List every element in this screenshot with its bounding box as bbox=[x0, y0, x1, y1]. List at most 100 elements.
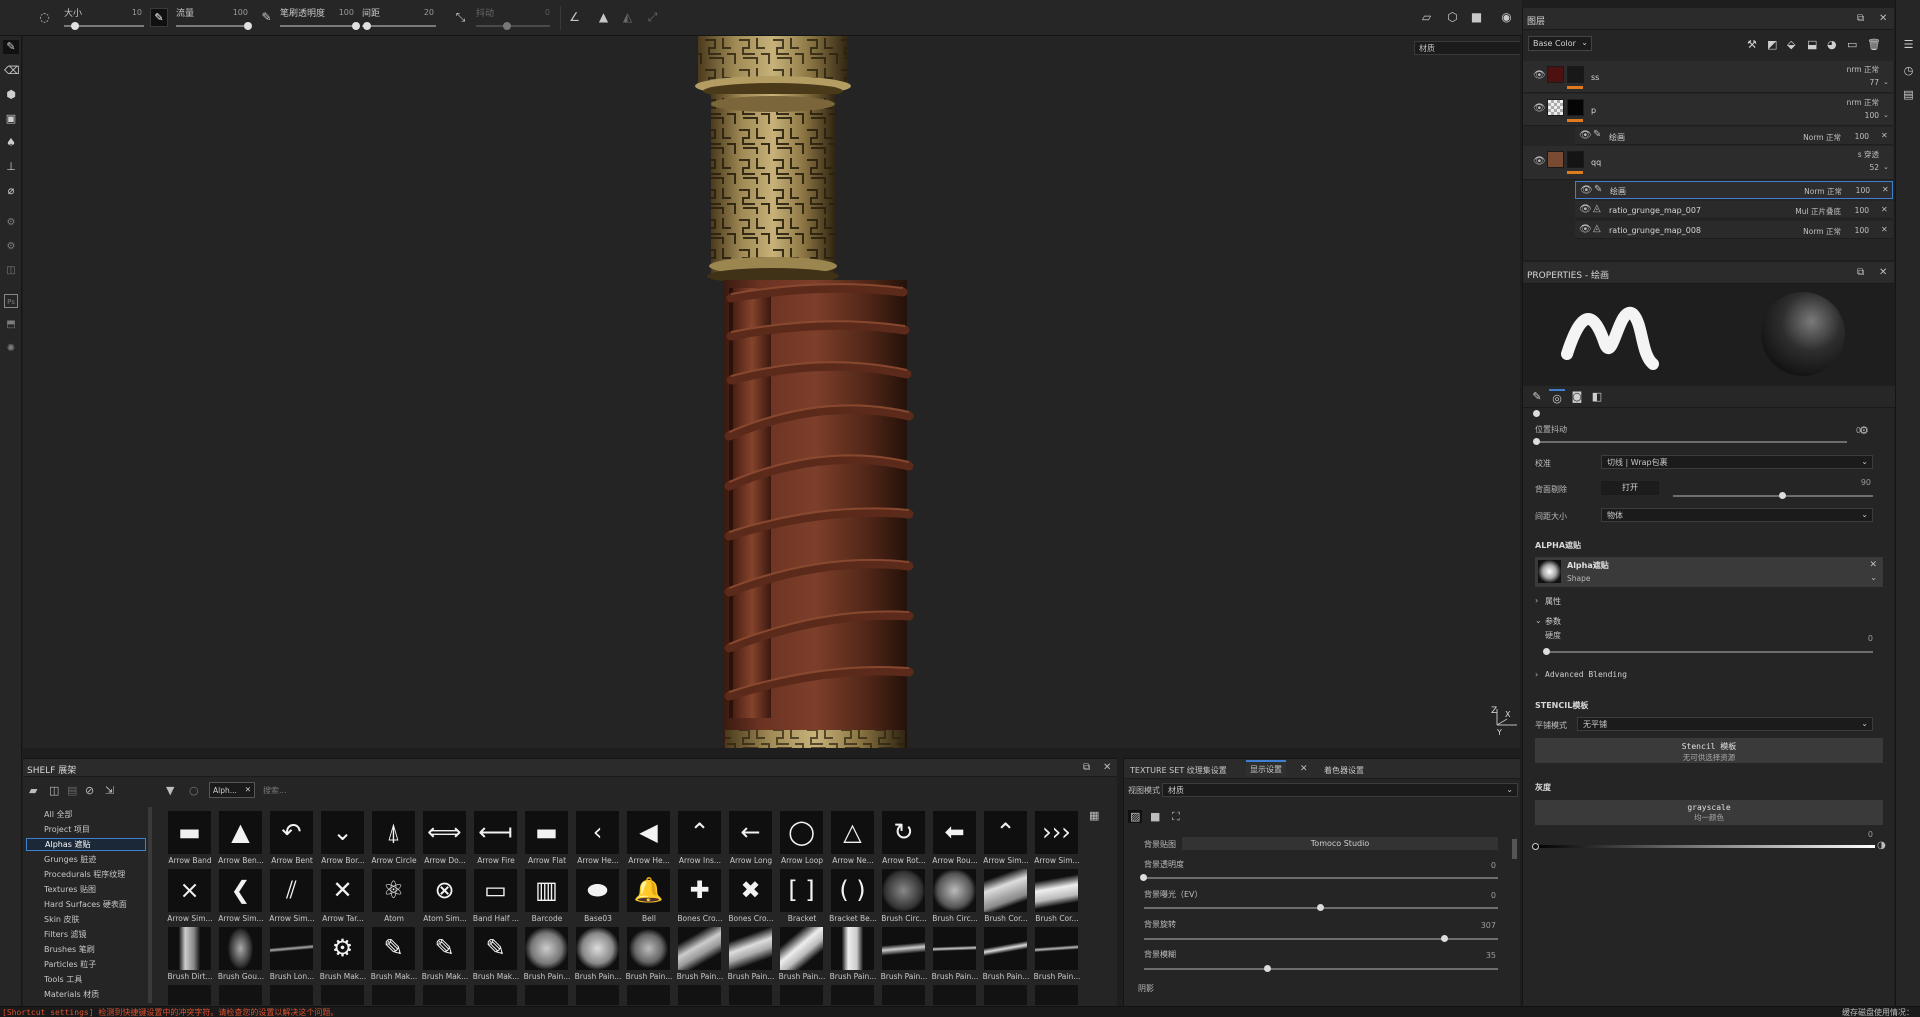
stencil-resource-button[interactable]: Stencil 模板 无可供选择资源 bbox=[1535, 738, 1883, 763]
circle-filter-icon[interactable]: ○ bbox=[189, 784, 199, 797]
eye-icon[interactable]: 👁 bbox=[1533, 156, 1546, 167]
asset-tile[interactable]: ✚ Bones Cro... bbox=[675, 869, 723, 927]
asset-tile[interactable]: ◯ Arrow Loop bbox=[777, 811, 825, 869]
asset-tile[interactable]: ✎ Brush Mak... bbox=[420, 927, 468, 985]
asset-tile[interactable]: ✖ Bones Cro... bbox=[726, 869, 774, 927]
asset-tile[interactable]: ‹ Arrow He... bbox=[573, 811, 621, 869]
asset-tile[interactable]: Brush Pain... bbox=[828, 927, 876, 985]
jitter-slider-knob[interactable] bbox=[503, 22, 511, 30]
clone-stamp-tool-icon[interactable]: ⊥ bbox=[4, 160, 18, 174]
projection-tool-icon[interactable]: ⬢ bbox=[4, 88, 18, 102]
3d-viewport[interactable]: 材质 ⌄ Z X Y bbox=[23, 36, 1520, 748]
layer-item[interactable]: 👁 qq s 穿透 52 ⌄ bbox=[1523, 146, 1893, 180]
scroll-slider-knob[interactable] bbox=[1533, 410, 1540, 417]
stroke-settings-tab-icon[interactable]: ◎ bbox=[1549, 389, 1565, 405]
hardness-slider[interactable] bbox=[1545, 651, 1873, 653]
chevron-right-icon[interactable]: › bbox=[1535, 670, 1538, 679]
lazy-mouse-icon[interactable]: ∠ bbox=[568, 11, 581, 24]
tree-item-skin[interactable]: Skin 皮肤 bbox=[44, 914, 80, 925]
filter-chip[interactable]: Alph... ✕ bbox=[209, 782, 255, 798]
sub-layer-item[interactable]: 👁 ◬ ratio_grunge_map_007 Mul 正片叠底 100 ✕ bbox=[1575, 201, 1893, 219]
chevron-down-icon[interactable]: ⌄ bbox=[1535, 616, 1542, 625]
settings-gear-icon[interactable]: ⚙ bbox=[1859, 424, 1869, 437]
asset-tile[interactable]: ⌄ Arrow Bor... bbox=[318, 811, 366, 869]
smudge-tool-icon[interactable]: ♠ bbox=[4, 136, 18, 150]
transform-icon[interactable]: ⤢ bbox=[646, 11, 659, 24]
asset-tile[interactable]: △ Arrow Ne... bbox=[828, 811, 876, 869]
sub-layer-blend[interactable]: Mul 正片叠底 bbox=[1765, 206, 1841, 217]
grayscale-resource-button[interactable]: grayscale 均一颜色 bbox=[1535, 800, 1883, 825]
asset-tile[interactable]: ⨯ Arrow Sim... bbox=[165, 869, 213, 927]
stroke-opacity-slider-knob[interactable] bbox=[352, 22, 360, 30]
sub-layer-blend[interactable]: Norm 正常 bbox=[1765, 132, 1841, 143]
tree-item-all[interactable]: All 全部 bbox=[44, 809, 72, 820]
flow-slider-knob[interactable] bbox=[244, 22, 252, 30]
folder-icon[interactable]: ▰ bbox=[29, 784, 37, 797]
viewport-mode-dropdown[interactable]: 材质 ⌄ bbox=[1414, 41, 1520, 55]
asset-tile[interactable]: Brush Cor... bbox=[981, 869, 1029, 927]
asset-tile[interactable]: ⬬ Base03 bbox=[573, 869, 621, 927]
asset-tile[interactable]: Brush Pain... bbox=[930, 927, 978, 985]
asset-tile[interactable]: ⊗ Atom Sim... bbox=[420, 869, 468, 927]
tree-item-tools[interactable]: Tools 工具 bbox=[44, 974, 82, 985]
asset-tile[interactable]: ↶ Arrow Bent bbox=[267, 811, 315, 869]
material-tab-icon[interactable]: ◙ bbox=[1569, 389, 1585, 405]
asset-tile[interactable]: ← Arrow Long bbox=[726, 811, 774, 869]
asset-tile[interactable]: Brush Lon... bbox=[267, 927, 315, 985]
hide-icon[interactable]: ⊘ bbox=[85, 784, 94, 797]
new-shelf-icon[interactable]: ◫ bbox=[49, 784, 59, 797]
env-opacity-value[interactable]: 0 bbox=[1464, 861, 1496, 870]
eraser-tool-icon[interactable]: ⌫ bbox=[4, 64, 20, 78]
mask-thumbnail[interactable] bbox=[1567, 151, 1584, 168]
tree-item-procedurals[interactable]: Procedurals 程序纹理 bbox=[44, 869, 125, 880]
close-icon[interactable]: ✕ bbox=[1881, 131, 1888, 140]
view-mode-dropdown[interactable]: 材质 ⌄ bbox=[1162, 783, 1518, 797]
video-camera-icon[interactable]: ■ bbox=[1470, 11, 1483, 24]
brush-tab-icon[interactable]: ✎ bbox=[1529, 389, 1545, 405]
asset-tile[interactable]: ◀ Arrow He... bbox=[624, 811, 672, 869]
eye-icon[interactable]: 👁 bbox=[1533, 70, 1546, 81]
viewer-tab-icon[interactable]: ⛶ bbox=[1172, 810, 1180, 824]
close-icon[interactable]: ✕ bbox=[1879, 267, 1887, 278]
tree-item-textures[interactable]: Textures 贴图 bbox=[44, 884, 96, 895]
sub-layer-opacity[interactable]: 100 bbox=[1846, 186, 1870, 195]
spacing-value[interactable]: 20 bbox=[410, 8, 434, 17]
tree-item-brushes[interactable]: Brushes 笔刷 bbox=[44, 944, 95, 955]
paint-brush-tool-icon[interactable]: ✎ bbox=[3, 40, 19, 54]
asset-tile[interactable]: ⫽ Arrow Sim... bbox=[267, 869, 315, 927]
sword-handle-render[interactable] bbox=[23, 36, 1520, 748]
asset-tile[interactable]: Brush Pain... bbox=[573, 927, 621, 985]
tree-item-particles[interactable]: Particles 粒子 bbox=[44, 959, 96, 970]
asset-tile[interactable]: ✕ Arrow Tar... bbox=[318, 869, 366, 927]
backface-knob[interactable] bbox=[1779, 492, 1786, 499]
chevron-down-icon[interactable]: ⌄ bbox=[1870, 573, 1877, 582]
asset-tile[interactable]: ▭ Band Half ... bbox=[471, 869, 519, 927]
asset-tile[interactable]: Brush Dirt... bbox=[165, 927, 213, 985]
layer-opacity[interactable]: 77 bbox=[1823, 78, 1879, 87]
close-icon[interactable]: ✕ bbox=[1882, 185, 1889, 194]
sub-layer-blend[interactable]: Norm 正常 bbox=[1765, 226, 1841, 237]
eye-icon[interactable]: 👁 bbox=[1580, 185, 1593, 196]
filter-icon[interactable]: ▼ bbox=[166, 784, 174, 797]
chevron-right-icon[interactable]: › bbox=[1535, 596, 1538, 605]
params-label[interactable]: 参数 bbox=[1545, 616, 1561, 627]
asset-tile[interactable]: ⟺ Arrow Do... bbox=[420, 811, 468, 869]
asset-tile[interactable]: Brush Pain... bbox=[981, 927, 1029, 985]
tab-texture-set[interactable]: TEXTURE SET 纹理集设置 bbox=[1130, 765, 1227, 776]
grayscale-knob[interactable] bbox=[1532, 843, 1539, 850]
layer-blend-mode[interactable]: nrm 正常 bbox=[1783, 64, 1879, 75]
alpha-slot[interactable]: Alpha遮贴 Shape ✕ ⌄ bbox=[1535, 557, 1883, 587]
env-blur-slider[interactable] bbox=[1144, 968, 1498, 970]
sub-layer-blend[interactable]: Norm 正常 bbox=[1766, 186, 1842, 197]
bake-icon[interactable]: ⚙ bbox=[4, 216, 18, 230]
symmetry-icon[interactable]: ▲ bbox=[597, 11, 610, 24]
tree-item-project[interactable]: Project 项目 bbox=[44, 824, 90, 835]
symmetry-settings-icon[interactable]: ◭ bbox=[621, 11, 634, 24]
asset-tile[interactable]: ⟻ Arrow Fire bbox=[471, 811, 519, 869]
flow-value[interactable]: 100 bbox=[224, 8, 248, 17]
asset-tile[interactable]: ⌃ Arrow Ins... bbox=[675, 811, 723, 869]
settings-gear-icon[interactable]: ⚙ bbox=[4, 240, 18, 254]
sub-layer-item[interactable]: 👁 ✎ 绘画 Norm 正常 100 ✕ bbox=[1575, 127, 1893, 145]
add-fill-layer-icon[interactable]: ⬙ bbox=[1787, 38, 1795, 51]
asset-tile[interactable]: ⌃ Arrow Sim... bbox=[981, 811, 1029, 869]
